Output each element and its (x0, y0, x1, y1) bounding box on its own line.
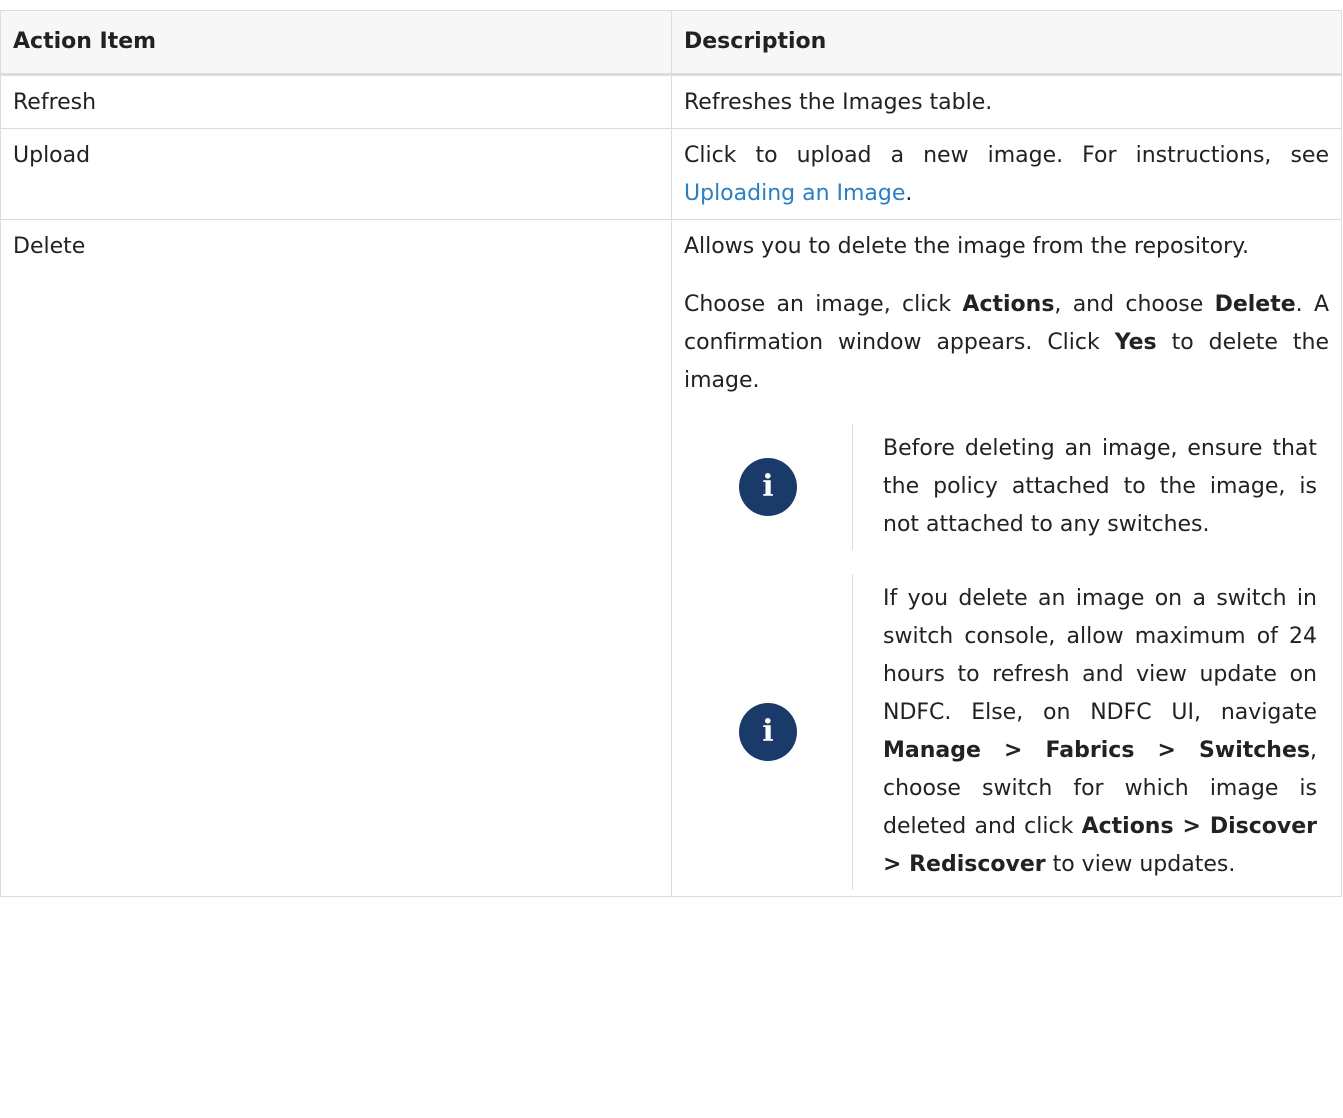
note-text-policy: Before deleting an image, ensure that th… (883, 436, 1317, 537)
upload-description-suffix: . (905, 181, 913, 206)
description-cell-upload: Click to upload a new image. For instruc… (671, 128, 1342, 220)
para2-bold-delete: Delete (1214, 292, 1296, 317)
para2-bold-actions: Actions (962, 292, 1055, 317)
description-cell-refresh: Refreshes the Images table. (671, 74, 1342, 129)
refresh-description: Refreshes the Images table. (684, 90, 993, 115)
description-cell-delete: Allows you to delete the image from the … (671, 219, 1342, 897)
info-icon: i (739, 458, 797, 516)
delete-description-para1: Allows you to delete the image from the … (684, 234, 1249, 259)
action-cell-refresh: Refresh (0, 74, 672, 129)
para2-text-1: Choose an image, click (684, 292, 963, 317)
action-cell-delete: Delete (0, 219, 672, 897)
note-icon-cell: i (684, 574, 853, 890)
table-row: Delete Allows you to delete the image fr… (0, 219, 1342, 897)
note-box-switch-console: i If you delete an image on a switch in … (684, 574, 1329, 890)
table-row: Upload Click to upload a new image. For … (0, 128, 1342, 220)
column-header-description: Description (671, 10, 1342, 76)
upload-description-text: Click to upload a new image. For instruc… (684, 143, 1329, 168)
note-text-switch-console: If you delete an image on a switch in sw… (853, 574, 1329, 890)
table-header-row: Action Item Description (0, 10, 1342, 76)
para2-bold-yes: Yes (1114, 330, 1157, 355)
note2-text-3: to view updates. (1045, 852, 1236, 877)
note-icon-cell: i (684, 424, 853, 550)
action-cell-upload: Upload (0, 128, 672, 220)
upload-description: Click to upload a new image. For instruc… (684, 137, 1329, 213)
info-icon: i (739, 703, 797, 761)
delete-description-para2: Choose an image, click Actions, and choo… (684, 286, 1329, 400)
note2-text-1: If you delete an image on a switch in sw… (883, 586, 1317, 725)
column-header-action-item: Action Item (0, 10, 672, 76)
uploading-an-image-link[interactable]: Uploading an Image (684, 181, 905, 206)
table-row: Refresh Refreshes the Images table. (0, 74, 1342, 129)
note2-bold-path: Manage > Fabrics > Switches (883, 738, 1310, 763)
action-items-table: Action Item Description Refresh Refreshe… (0, 10, 1342, 897)
para2-text-2: , and choose (1054, 292, 1215, 317)
note-box-policy: i Before deleting an image, ensure that … (684, 424, 1329, 550)
